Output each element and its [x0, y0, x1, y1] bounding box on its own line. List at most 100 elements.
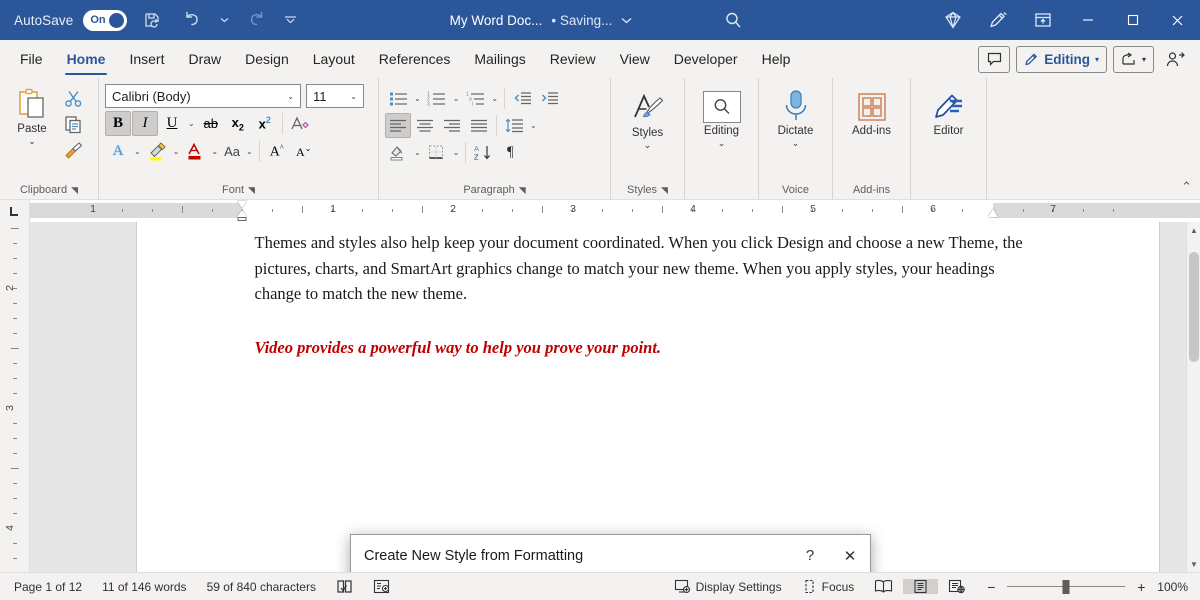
tab-references[interactable]: References: [367, 40, 463, 78]
undo-icon[interactable]: [177, 6, 207, 34]
tab-developer[interactable]: Developer: [662, 40, 750, 78]
format-painter-icon[interactable]: [60, 138, 86, 163]
italic-button[interactable]: I: [132, 111, 158, 136]
paragraph-dialog-launcher[interactable]: ◥: [519, 185, 526, 196]
customize-qat-caret[interactable]: [281, 6, 299, 34]
document-paragraph[interactable]: Themes and styles also help keep your do…: [255, 230, 1041, 307]
redo-icon[interactable]: [241, 6, 271, 34]
dialog-help-button[interactable]: ?: [790, 535, 830, 572]
align-right-button[interactable]: [439, 113, 465, 138]
underline-button[interactable]: U: [159, 111, 185, 136]
dictate-button[interactable]: Dictate ⌄: [773, 86, 819, 151]
multilevel-list-button[interactable]: 1 a i: [462, 86, 488, 111]
dictate-dropdown-caret[interactable]: ⌄: [792, 139, 800, 148]
comments-button[interactable]: [978, 46, 1010, 73]
right-indent-marker[interactable]: [988, 209, 998, 217]
highlight-color-caret[interactable]: ⌄: [171, 147, 182, 156]
search-icon[interactable]: [716, 5, 750, 35]
zoom-level-label[interactable]: 100%: [1157, 580, 1200, 594]
document-paragraph-styled[interactable]: Video provides a powerful way to help yo…: [255, 335, 1041, 361]
underline-dropdown-caret[interactable]: ⌄: [186, 119, 197, 128]
styles-dropdown-caret[interactable]: ⌄: [644, 141, 652, 150]
sort-button[interactable]: A Z: [470, 140, 496, 165]
focus-mode-button[interactable]: Focus: [792, 579, 865, 594]
paste-button[interactable]: Paste ⌄: [6, 84, 58, 149]
zoom-in-button[interactable]: +: [1133, 579, 1149, 595]
scroll-up-arrow[interactable]: ▲: [1187, 222, 1200, 238]
document-title[interactable]: My Word Doc...: [450, 13, 543, 28]
read-mode-button[interactable]: [864, 579, 903, 594]
increase-indent-button[interactable]: [536, 86, 562, 111]
align-left-button[interactable]: [385, 113, 411, 138]
borders-caret[interactable]: ⌄: [451, 148, 462, 157]
chevron-down-icon[interactable]: ⌄: [285, 92, 296, 101]
tab-design[interactable]: Design: [233, 40, 301, 78]
word-count-status[interactable]: 11 of 146 words: [92, 573, 197, 600]
web-layout-button[interactable]: [938, 579, 975, 594]
accessibility-checker-icon[interactable]: [363, 573, 400, 600]
save-icon[interactable]: [137, 6, 167, 34]
cut-icon[interactable]: [60, 86, 86, 111]
styles-dialog-launcher[interactable]: ◥: [661, 185, 668, 196]
close-button[interactable]: [1155, 0, 1200, 40]
tab-home[interactable]: Home: [55, 40, 118, 78]
numbering-button[interactable]: 1 2 3: [424, 86, 450, 111]
add-ins-button[interactable]: Add-ins: [848, 88, 895, 141]
bold-button[interactable]: B: [105, 111, 131, 136]
shading-button[interactable]: [385, 140, 411, 165]
styles-button[interactable]: Styles ⌄: [625, 88, 671, 153]
undo-dropdown-caret[interactable]: [217, 6, 231, 34]
borders-button[interactable]: [424, 140, 450, 165]
collapse-ribbon-button[interactable]: ⌃: [1181, 179, 1192, 195]
maximize-button[interactable]: [1110, 0, 1155, 40]
editing-mode-button[interactable]: Editing ▾: [1016, 46, 1107, 73]
change-case-caret[interactable]: ⌄: [244, 147, 255, 156]
hanging-indent-marker[interactable]: [237, 210, 247, 217]
tab-insert[interactable]: Insert: [117, 40, 176, 78]
zoom-slider[interactable]: [1007, 579, 1125, 595]
decrease-indent-button[interactable]: [509, 86, 535, 111]
tab-stop-selector[interactable]: [0, 200, 30, 222]
shrink-font-button[interactable]: A⌄: [291, 139, 317, 164]
clear-formatting-button[interactable]: [287, 111, 313, 136]
document-canvas[interactable]: Themes and styles also help keep your do…: [30, 222, 1200, 572]
font-size-combobox[interactable]: 11 ⌄: [306, 84, 364, 108]
multilevel-caret[interactable]: ⌄: [489, 94, 500, 103]
collaborate-icon[interactable]: [1160, 46, 1190, 73]
proofing-errors-icon[interactable]: [326, 573, 363, 600]
tab-review[interactable]: Review: [538, 40, 608, 78]
line-spacing-caret[interactable]: ⌄: [528, 121, 539, 130]
editor-button[interactable]: Editor: [926, 88, 972, 141]
text-effects-button[interactable]: A: [105, 139, 131, 164]
grow-font-button[interactable]: A^: [264, 139, 290, 164]
tab-help[interactable]: Help: [750, 40, 803, 78]
scroll-down-arrow[interactable]: ▼: [1187, 556, 1200, 572]
chevron-down-icon[interactable]: ⌄: [348, 92, 359, 101]
line-spacing-button[interactable]: [501, 113, 527, 138]
zoom-slider-handle[interactable]: [1063, 580, 1070, 594]
tab-layout[interactable]: Layout: [301, 40, 367, 78]
title-dropdown-caret[interactable]: [621, 11, 632, 29]
text-effects-caret[interactable]: ⌄: [132, 147, 143, 156]
tab-view[interactable]: View: [608, 40, 662, 78]
create-new-style-dialog[interactable]: Create New Style from Formatting ? ✕ Nam…: [350, 534, 871, 572]
ribbon-display-options-icon[interactable]: [1020, 0, 1065, 40]
font-color-button[interactable]: [182, 139, 208, 164]
editing-dropdown-caret[interactable]: ⌄: [718, 139, 726, 148]
justify-button[interactable]: [466, 113, 492, 138]
vertical-ruler[interactable]: 2 3 4: [0, 222, 30, 572]
align-center-button[interactable]: [412, 113, 438, 138]
numbering-caret[interactable]: ⌄: [451, 94, 462, 103]
tab-draw[interactable]: Draw: [176, 40, 233, 78]
show-formatting-marks-button[interactable]: ¶: [497, 140, 523, 165]
bullets-button[interactable]: [385, 86, 411, 111]
dialog-close-button[interactable]: ✕: [830, 535, 870, 572]
left-indent-marker[interactable]: [238, 217, 247, 221]
change-case-button[interactable]: Aa: [221, 139, 243, 164]
text-highlight-button[interactable]: [144, 139, 170, 164]
share-button[interactable]: ▾: [1113, 46, 1154, 73]
first-line-indent-marker[interactable]: [237, 201, 247, 208]
paste-dropdown-caret[interactable]: ⌄: [28, 137, 36, 146]
shading-caret[interactable]: ⌄: [412, 148, 423, 157]
print-layout-button[interactable]: [903, 579, 938, 594]
